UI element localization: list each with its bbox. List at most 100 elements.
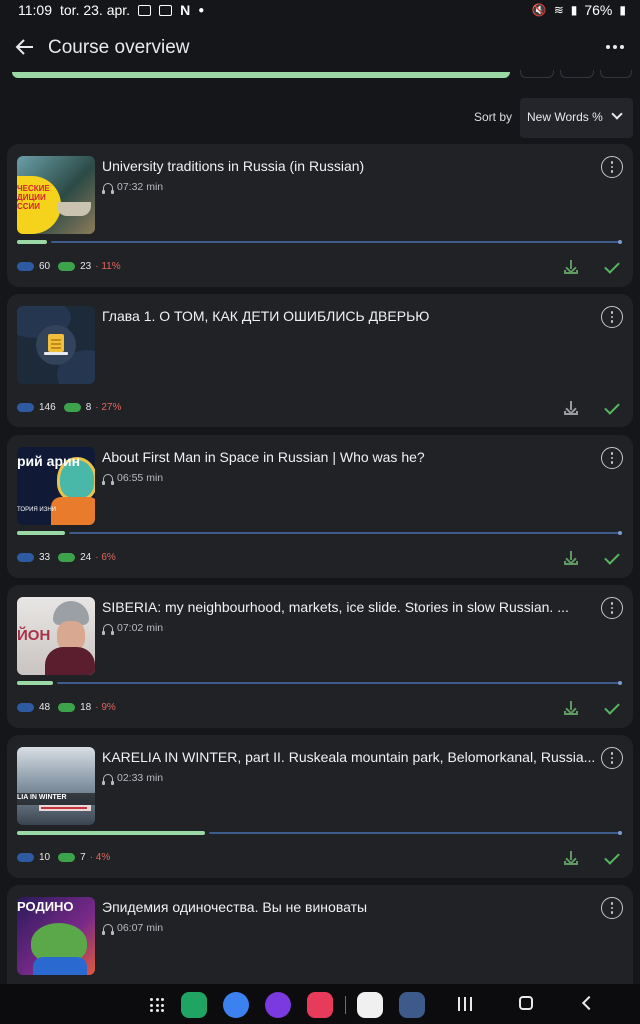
header-button-2[interactable] xyxy=(560,70,594,78)
back-arrow-icon[interactable] xyxy=(14,36,36,58)
lesson-stats: 33 24 · 6% xyxy=(17,552,116,563)
app-bar: Course overview xyxy=(0,28,640,70)
header-button-3[interactable] xyxy=(600,70,632,78)
wifi-icon: ≋ xyxy=(553,3,564,17)
photo-notification-icon xyxy=(138,4,152,16)
battery-level: 76% xyxy=(584,2,613,18)
internet-app-icon[interactable] xyxy=(265,992,291,1018)
chevron-down-icon xyxy=(611,108,623,120)
unknown-words-pill-icon xyxy=(17,403,34,412)
lesson-card[interactable]: LIA IN WINTER KARELIA IN WINTER, part II… xyxy=(7,735,633,878)
status-bar: 11:09 tor. 23. apr. N ● 🔇 ≋ ▮ 76% ▮ xyxy=(0,0,640,22)
page-title: Course overview xyxy=(48,37,190,58)
lesson-progress-fill xyxy=(17,240,47,244)
lesson-progress-end xyxy=(618,240,622,244)
camera-app-icon[interactable] xyxy=(307,992,333,1018)
battery-icon: ▮ xyxy=(619,3,626,17)
download-icon[interactable] xyxy=(564,551,578,565)
known-words-pill-icon xyxy=(58,553,76,562)
lesson-title: University traditions in Russia (in Russ… xyxy=(102,158,365,174)
lesson-menu-icon[interactable] xyxy=(601,597,623,619)
settings-app-icon[interactable] xyxy=(399,992,425,1018)
lesson-menu-icon[interactable] xyxy=(601,897,623,919)
status-time: 11:09 xyxy=(18,2,52,18)
download-icon[interactable] xyxy=(564,851,578,865)
unknown-words-pill-icon xyxy=(17,703,34,712)
google-app-icon[interactable] xyxy=(357,992,383,1018)
messages-app-icon[interactable] xyxy=(223,992,249,1018)
headphones-icon xyxy=(102,774,114,785)
phone-app-icon[interactable] xyxy=(181,992,207,1018)
more-notifications-icon: ● xyxy=(198,4,205,16)
lesson-title: Эпидемия одиночества. Вы не виноваты xyxy=(102,899,368,915)
lesson-menu-icon[interactable] xyxy=(601,156,623,178)
lesson-menu-icon[interactable] xyxy=(601,747,623,769)
lesson-stats: 146 8 · 27% xyxy=(17,402,121,413)
lesson-title: Глава 1. О ТОМ, КАК ДЕТИ ОШИБЛИСЬ ДВЕРЬЮ xyxy=(102,308,430,324)
home-icon[interactable] xyxy=(519,996,533,1010)
lesson-thumbnail: ЙОН xyxy=(17,597,95,675)
status-date: tor. 23. apr. xyxy=(60,2,131,18)
lesson-thumbnail: РОДИНО xyxy=(17,897,95,975)
lesson-card[interactable]: рий арин ТОРИЯ ИЗНИ About First Man in S… xyxy=(7,435,633,578)
known-words-pill-icon xyxy=(58,853,76,862)
lesson-card[interactable]: ЙОН SIBERIA: my neighbourhood, markets, … xyxy=(7,585,633,728)
lesson-thumbnail: ЧЕСКИЕ ДИЦИИ ССИИ xyxy=(17,156,95,234)
lesson-menu-icon[interactable] xyxy=(601,447,623,469)
lesson-progress-end xyxy=(618,681,622,685)
system-nav-bar xyxy=(0,984,640,1024)
lesson-progress-fill xyxy=(17,531,65,535)
lesson-progress-fill xyxy=(17,681,53,685)
headphones-icon xyxy=(102,624,114,635)
lesson-stats: 10 7 · 4% xyxy=(17,852,110,863)
netflix-notification-icon: N xyxy=(180,2,191,18)
download-icon[interactable] xyxy=(564,701,578,715)
headphones-icon xyxy=(102,183,114,194)
lesson-card[interactable]: РОДИНО Эпидемия одиночества. Вы не винов… xyxy=(7,885,633,984)
lesson-stats: 48 18 · 9% xyxy=(17,702,116,713)
lesson-progress-track xyxy=(57,682,621,684)
unknown-words-pill-icon xyxy=(17,553,34,562)
lesson-thumbnail xyxy=(17,306,95,384)
sort-dropdown[interactable]: New Words % xyxy=(520,98,633,138)
more-options-icon[interactable] xyxy=(606,34,624,60)
headphones-icon xyxy=(102,924,114,935)
completed-check-icon[interactable] xyxy=(604,849,620,865)
completed-check-icon[interactable] xyxy=(604,699,620,715)
signal-icon: ▮ xyxy=(570,3,578,17)
lesson-progress-track xyxy=(209,832,621,834)
lesson-title: KARELIA IN WINTER, part II. Ruskeala mou… xyxy=(102,749,596,765)
course-progress-bar xyxy=(12,72,510,78)
completed-check-icon[interactable] xyxy=(604,549,620,565)
lesson-duration: 06:07 min xyxy=(102,922,163,935)
download-icon[interactable] xyxy=(564,260,578,274)
lesson-thumbnail: LIA IN WINTER xyxy=(17,747,95,825)
lesson-card[interactable]: Глава 1. О ТОМ, КАК ДЕТИ ОШИБЛИСЬ ДВЕРЬЮ… xyxy=(7,294,633,427)
known-words-pill-icon xyxy=(58,703,76,712)
app-drawer-icon[interactable] xyxy=(150,998,164,1012)
known-words-pill-icon xyxy=(58,262,76,271)
lesson-progress-end xyxy=(618,531,622,535)
recents-icon[interactable] xyxy=(458,997,474,1011)
lesson-menu-icon[interactable] xyxy=(601,306,623,328)
lesson-duration: 07:32 min xyxy=(102,181,163,194)
lesson-card[interactable]: ЧЕСКИЕ ДИЦИИ ССИИ University traditions … xyxy=(7,144,633,287)
lesson-title: About First Man in Space in Russian | Wh… xyxy=(102,449,425,465)
download-icon[interactable] xyxy=(564,401,578,415)
nav-back-icon[interactable] xyxy=(581,995,597,1011)
gallery-notification-icon xyxy=(159,4,173,16)
lesson-stats: 60 23 · 11% xyxy=(17,261,121,272)
sort-label: Sort by xyxy=(474,110,513,124)
known-words-pill-icon xyxy=(63,403,81,412)
mute-icon: 🔇 xyxy=(531,3,547,17)
completed-check-icon[interactable] xyxy=(604,399,620,415)
unknown-words-pill-icon xyxy=(17,853,34,862)
headphones-icon xyxy=(102,474,114,485)
lesson-progress-track xyxy=(69,532,621,534)
completed-check-icon[interactable] xyxy=(604,258,620,274)
lesson-progress-fill xyxy=(17,831,205,835)
lesson-progress-track xyxy=(51,241,621,243)
nav-divider xyxy=(345,996,346,1014)
document-icon xyxy=(48,334,64,352)
header-button-1[interactable] xyxy=(520,70,554,78)
